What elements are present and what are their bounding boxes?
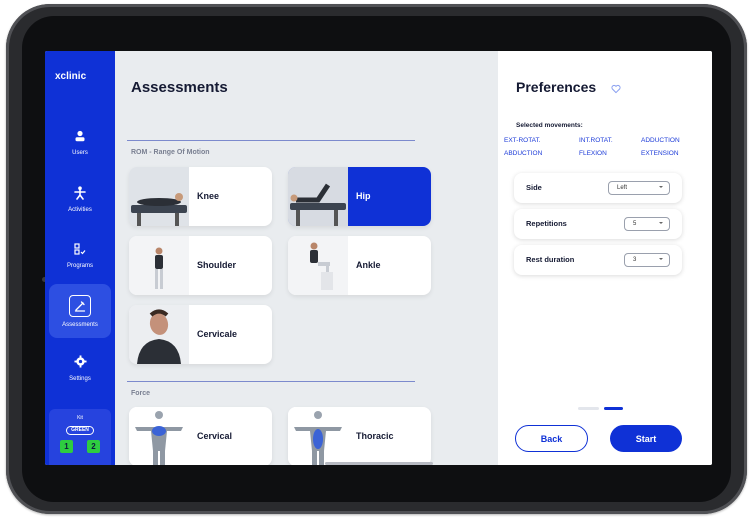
card-hip[interactable]: Hip bbox=[288, 167, 431, 226]
activities-icon bbox=[71, 184, 89, 202]
movement-tag: ADDUCTION bbox=[641, 137, 680, 144]
card-thoracic[interactable]: Thoracic bbox=[288, 407, 431, 465]
shoulder-thumbnail bbox=[129, 236, 189, 295]
main-content: Assessments ROM - Range Of Motion Knee H… bbox=[115, 51, 498, 465]
option-label: Repetitions bbox=[526, 219, 567, 228]
page-title: Assessments bbox=[131, 79, 228, 96]
option-rest-duration: Rest duration 3 bbox=[514, 245, 682, 275]
sidebar-item-label: Users bbox=[72, 149, 88, 156]
sidebar: xclinic Users Activities Programs Assess… bbox=[45, 51, 115, 465]
kit-chip-2: 2 bbox=[87, 440, 100, 453]
option-label: Side bbox=[526, 183, 542, 192]
sidebar-item-activities[interactable]: Activities bbox=[49, 174, 111, 222]
card-knee[interactable]: Knee bbox=[129, 167, 272, 226]
card-label: Knee bbox=[197, 191, 220, 201]
select-value: 3 bbox=[633, 257, 637, 263]
page-indicator-dot-active bbox=[604, 407, 623, 410]
section-divider bbox=[127, 140, 415, 141]
selected-movements-label: Selected movements: bbox=[516, 122, 583, 129]
sidebar-item-programs[interactable]: Programs bbox=[49, 230, 111, 278]
card-ankle[interactable]: Ankle bbox=[288, 236, 431, 295]
select-value: 5 bbox=[633, 221, 637, 227]
card-label: Cervical bbox=[197, 431, 233, 441]
brand-logo: xclinic bbox=[55, 71, 87, 82]
knee-thumbnail bbox=[129, 167, 189, 226]
movement-tag: FLEXION bbox=[579, 150, 607, 157]
sidebar-item-users[interactable]: Users bbox=[49, 117, 111, 165]
card-label: Ankle bbox=[356, 260, 381, 270]
ankle-thumbnail bbox=[288, 236, 348, 295]
kit-badge: GREEN bbox=[66, 426, 94, 435]
assessments-icon bbox=[69, 294, 91, 317]
movement-tag: EXTENSION bbox=[641, 150, 679, 157]
card-label: Shoulder bbox=[197, 260, 237, 270]
settings-icon bbox=[71, 353, 89, 371]
preferences-panel: Preferences Selected movements: EXT-ROTA… bbox=[498, 51, 712, 465]
option-side: Side Left bbox=[514, 173, 682, 203]
card-label: Hip bbox=[356, 191, 371, 201]
home-indicator[interactable] bbox=[325, 462, 433, 465]
card-label: Cervicale bbox=[197, 329, 238, 339]
section-divider bbox=[127, 381, 415, 382]
heart-icon[interactable] bbox=[611, 81, 625, 95]
card-cervicale[interactable]: Cervicale bbox=[129, 305, 272, 364]
start-button[interactable]: Start bbox=[610, 425, 682, 452]
movement-tag: EXT-ROTAT. bbox=[504, 137, 541, 144]
rest-duration-select[interactable]: 3 bbox=[624, 253, 670, 267]
card-label: Thoracic bbox=[356, 431, 394, 441]
app-screen: xclinic Users Activities Programs Assess… bbox=[45, 51, 712, 465]
chevron-down-icon bbox=[659, 186, 663, 188]
sidebar-item-assessments[interactable]: Assessments bbox=[49, 284, 111, 338]
section-label-rom: ROM - Range Of Motion bbox=[131, 149, 210, 156]
kit-label: Kit bbox=[77, 415, 83, 421]
user-icon bbox=[71, 127, 89, 145]
chevron-down-icon bbox=[659, 258, 663, 260]
side-select[interactable]: Left bbox=[608, 181, 670, 195]
cervicale-thumbnail bbox=[129, 305, 189, 364]
thoracic-thumbnail bbox=[288, 407, 348, 465]
movement-tag: INT.ROTAT. bbox=[579, 137, 613, 144]
option-label: Rest duration bbox=[526, 255, 575, 264]
chevron-down-icon bbox=[659, 222, 663, 224]
sidebar-item-settings[interactable]: Settings bbox=[49, 343, 111, 391]
card-shoulder[interactable]: Shoulder bbox=[129, 236, 272, 295]
card-cervical[interactable]: Cervical bbox=[129, 407, 272, 465]
section-label-force: Force bbox=[131, 390, 151, 397]
cervical-thumbnail bbox=[129, 407, 189, 465]
hip-thumbnail bbox=[288, 167, 348, 226]
sidebar-item-label: Settings bbox=[69, 375, 91, 382]
preferences-title: Preferences bbox=[516, 79, 597, 95]
repetitions-select[interactable]: 5 bbox=[624, 217, 670, 231]
sidebar-item-label: Programs bbox=[66, 262, 93, 269]
movement-tag: ABDUCTION bbox=[504, 150, 543, 157]
page-indicator-dot bbox=[578, 407, 599, 410]
kit-status: Kit GREEN 1 2 bbox=[49, 409, 111, 465]
option-repetitions: Repetitions 5 bbox=[514, 209, 682, 239]
select-value: Left bbox=[617, 185, 628, 191]
kit-chip-1: 1 bbox=[60, 440, 73, 453]
sidebar-item-label: Assessments bbox=[62, 321, 98, 328]
programs-icon bbox=[71, 240, 89, 258]
sidebar-item-label: Activities bbox=[68, 206, 92, 213]
back-button[interactable]: Back bbox=[515, 425, 588, 452]
